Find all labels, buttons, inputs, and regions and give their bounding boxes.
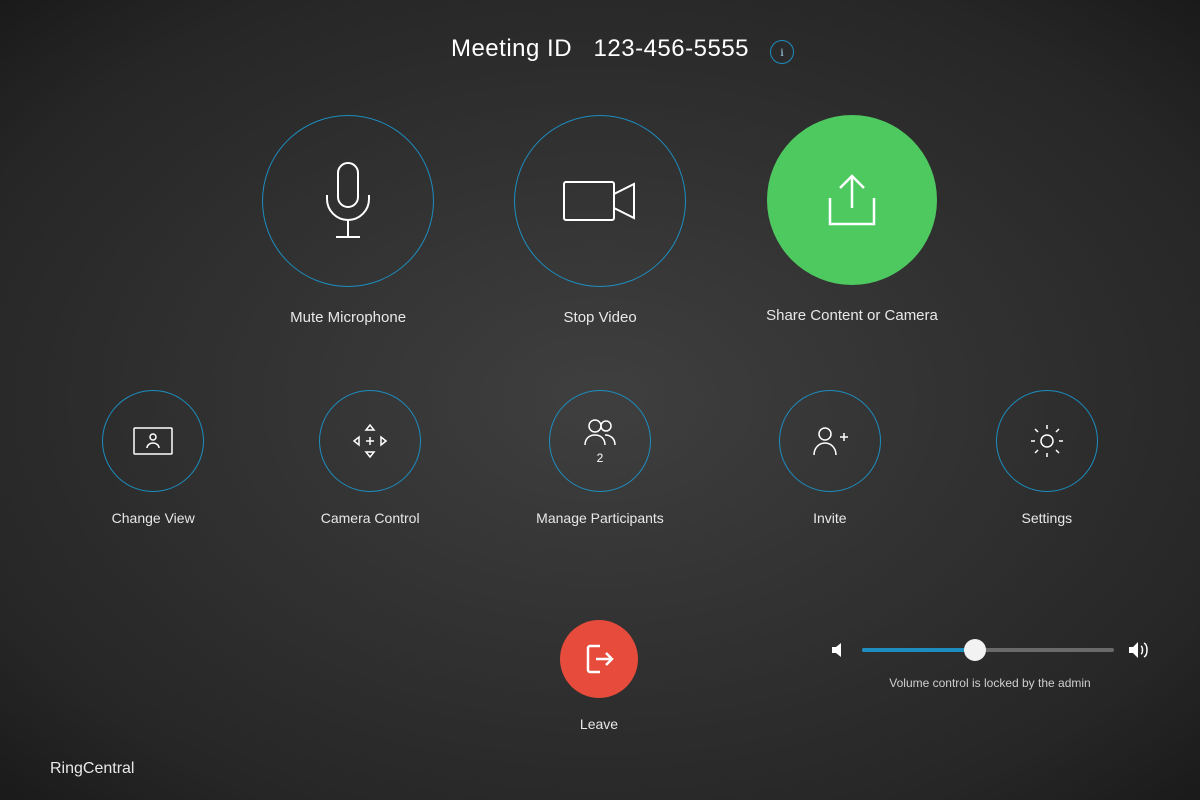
meeting-header: Meeting ID 123-456-5555: [0, 35, 1200, 63]
camera-control-label: Camera Control: [321, 510, 420, 526]
meeting-info-button[interactable]: i: [770, 40, 794, 64]
stop-video-button[interactable]: Stop Video: [514, 115, 686, 326]
camera-control-button[interactable]: Camera Control: [319, 390, 421, 526]
volume-thumb[interactable]: [964, 639, 986, 661]
mute-microphone-button[interactable]: Mute Microphone: [262, 115, 434, 326]
participants-icon: [581, 417, 619, 447]
leave-icon: [582, 642, 616, 676]
volume-fill: [862, 648, 975, 652]
settings-label: Settings: [1022, 510, 1073, 526]
volume-control[interactable]: Volume control is locked by the admin: [830, 640, 1150, 690]
invite-icon: [810, 425, 850, 457]
leave-button[interactable]: Leave: [560, 620, 638, 732]
invite-label: Invite: [813, 510, 846, 526]
brand-label: RingCentral: [50, 760, 134, 778]
change-view-button[interactable]: Change View: [102, 390, 204, 526]
change-view-label: Change View: [112, 510, 195, 526]
leave-label: Leave: [580, 716, 618, 732]
meeting-id-value: 123-456-5555: [594, 35, 749, 62]
stop-video-label: Stop Video: [564, 309, 637, 326]
share-label: Share Content or Camera: [766, 307, 938, 324]
participant-count: 2: [597, 451, 604, 465]
invite-button[interactable]: Invite: [779, 390, 881, 526]
settings-button[interactable]: Settings: [996, 390, 1098, 526]
pan-icon: [350, 421, 390, 461]
manage-participants-button[interactable]: 2 Manage Participants: [536, 390, 664, 526]
volume-low-icon: [830, 641, 848, 659]
mute-label: Mute Microphone: [290, 309, 406, 326]
share-content-button[interactable]: Share Content or Camera: [766, 115, 938, 326]
volume-high-icon: [1128, 640, 1150, 660]
info-icon: i: [780, 45, 783, 60]
share-icon: [820, 170, 884, 230]
gear-icon: [1028, 422, 1066, 460]
meeting-id-label: Meeting ID: [451, 35, 572, 62]
microphone-icon: [321, 161, 375, 241]
view-icon: [132, 426, 174, 456]
volume-track[interactable]: [862, 648, 1114, 652]
volume-lock-note: Volume control is locked by the admin: [830, 676, 1150, 690]
participants-label: Manage Participants: [536, 510, 664, 526]
camera-icon: [560, 176, 640, 226]
